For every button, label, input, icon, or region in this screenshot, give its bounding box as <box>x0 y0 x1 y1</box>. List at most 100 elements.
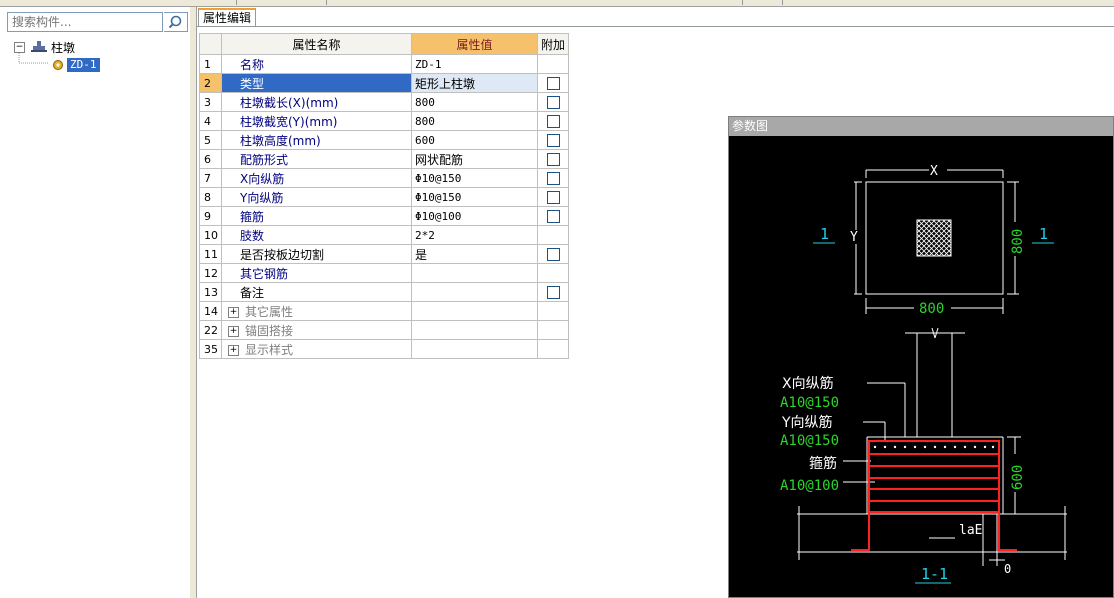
property-value[interactable] <box>411 282 538 302</box>
plan-view <box>854 169 1019 314</box>
extra-checkbox[interactable] <box>546 77 560 90</box>
extra-checkbox[interactable] <box>546 134 560 147</box>
group-label: 锚固搭接 <box>245 323 294 338</box>
property-value <box>411 301 538 321</box>
extra-checkbox[interactable] <box>546 96 560 109</box>
table-row[interactable]: 5 柱墩高度(mm) 600 <box>199 130 569 150</box>
row-number: 22 <box>199 320 222 340</box>
property-name: 柱墩高度(mm) <box>221 130 412 150</box>
table-row[interactable]: 2 类型 矩形上柱墩 <box>199 73 569 93</box>
stirrup-label: 箍筋 <box>809 455 837 472</box>
extra-checkbox[interactable] <box>546 172 560 185</box>
extra-cell <box>537 320 569 340</box>
x-bar-spec: A10@150 <box>780 395 839 411</box>
row-number: 13 <box>199 282 222 302</box>
property-value[interactable]: 网状配筋 <box>411 149 538 169</box>
rebar-dots <box>873 445 995 449</box>
property-name: 是否按板边切割 <box>221 244 412 264</box>
table-row[interactable]: 10 肢数 2*2 <box>199 225 569 245</box>
property-value[interactable]: ZD-1 <box>411 54 538 74</box>
property-value[interactable]: 矩形上柱墩 <box>411 73 538 93</box>
plan-x-label: X <box>930 164 938 179</box>
height-dim: 600 <box>1010 465 1026 490</box>
table-row[interactable]: 9 箍筋 Φ10@100 <box>199 206 569 226</box>
property-name: 柱墩截宽(Y)(mm) <box>221 111 412 131</box>
row-number: 5 <box>199 130 222 150</box>
extra-checkbox[interactable] <box>546 115 560 128</box>
property-value <box>411 320 538 340</box>
grid-header: 属性名称 属性值 附加 <box>199 33 569 55</box>
extra-checkbox[interactable] <box>546 286 560 299</box>
rebar-red <box>851 440 1017 551</box>
table-row[interactable]: 8 Y向纵筋 Φ10@150 <box>199 187 569 207</box>
property-value[interactable]: 是 <box>411 244 538 264</box>
row-number: 10 <box>199 225 222 245</box>
property-value[interactable] <box>411 263 538 283</box>
search-button[interactable] <box>164 12 188 32</box>
expand-icon[interactable]: + <box>228 344 239 356</box>
group-label: 其它属性 <box>245 304 294 319</box>
header-extra[interactable]: 附加 <box>537 33 569 55</box>
splitter[interactable] <box>190 7 197 598</box>
row-number: 2 <box>199 73 222 93</box>
property-name: Y向纵筋 <box>221 187 412 207</box>
extra-checkbox[interactable] <box>546 153 560 166</box>
row-number: 7 <box>199 168 222 188</box>
property-value[interactable]: Φ10@150 <box>411 168 538 188</box>
tab-property-edit[interactable]: 属性编辑 <box>198 8 256 27</box>
property-value[interactable]: 800 <box>411 92 538 112</box>
property-value[interactable]: 800 <box>411 111 538 131</box>
diagram-title[interactable]: 参数图 <box>729 117 1113 136</box>
expand-icon[interactable]: + <box>228 325 239 337</box>
extra-cell <box>537 263 569 283</box>
property-name: 肢数 <box>221 225 412 245</box>
tree-item-zd1[interactable]: ZD-1 <box>52 57 100 73</box>
property-value[interactable]: Φ10@150 <box>411 187 538 207</box>
group-label: 显示样式 <box>245 342 294 357</box>
row-number: 4 <box>199 111 222 131</box>
group-row[interactable]: 35 + 显示样式 <box>199 339 569 359</box>
stirrup-spec: A10@100 <box>780 478 839 494</box>
property-value[interactable]: 600 <box>411 130 538 150</box>
property-name: 类型 <box>221 73 412 93</box>
property-name: 配筋形式 <box>221 149 412 169</box>
tree-expander-icon[interactable]: − <box>14 41 25 53</box>
pedestal-icon <box>31 41 47 52</box>
table-row[interactable]: 6 配筋形式 网状配筋 <box>199 149 569 169</box>
x-bar-label: X向纵筋 <box>782 375 834 392</box>
expand-icon[interactable]: + <box>228 306 239 318</box>
table-row[interactable]: 1 名称 ZD-1 <box>199 54 569 74</box>
extra-checkbox[interactable] <box>546 248 560 261</box>
zero-dim: 0 <box>1004 562 1011 576</box>
group-row[interactable]: 14 + 其它属性 <box>199 301 569 321</box>
extra-checkbox[interactable] <box>546 210 560 223</box>
y-bar-spec: A10@150 <box>780 433 839 449</box>
table-row[interactable]: 7 X向纵筋 Φ10@150 <box>199 168 569 188</box>
property-grid: 属性名称 属性值 附加 1 名称 ZD-1 2 类型 矩形上柱墩 3 柱墩截长(… <box>199 33 569 359</box>
section-name: 1-1 <box>921 565 948 583</box>
group-row[interactable]: 22 + 锚固搭接 <box>199 320 569 340</box>
property-value[interactable]: 2*2 <box>411 225 538 245</box>
search-input[interactable] <box>7 12 163 32</box>
row-number: 1 <box>199 54 222 74</box>
header-name[interactable]: 属性名称 <box>221 33 412 55</box>
table-row[interactable]: 11 是否按板边切割 是 <box>199 244 569 264</box>
property-value[interactable]: Φ10@100 <box>411 206 538 226</box>
table-row[interactable]: 4 柱墩截宽(Y)(mm) 800 <box>199 111 569 131</box>
table-row[interactable]: 3 柱墩截长(X)(mm) 800 <box>199 92 569 112</box>
header-value[interactable]: 属性值 <box>411 33 538 55</box>
property-name: 备注 <box>221 282 412 302</box>
lae-label: laE <box>959 523 982 538</box>
property-name: 其它钢筋 <box>221 263 412 283</box>
table-row[interactable]: 13 备注 <box>199 282 569 302</box>
property-name: 名称 <box>221 54 412 74</box>
extra-checkbox[interactable] <box>546 191 560 204</box>
property-name: 箍筋 <box>221 206 412 226</box>
gear-icon <box>53 60 63 70</box>
extra-cell <box>537 225 569 245</box>
plan-dim-right: 800 <box>1010 229 1026 254</box>
row-number: 35 <box>199 339 222 359</box>
extra-cell <box>537 301 569 321</box>
property-name: X向纵筋 <box>221 168 412 188</box>
table-row[interactable]: 12 其它钢筋 <box>199 263 569 283</box>
